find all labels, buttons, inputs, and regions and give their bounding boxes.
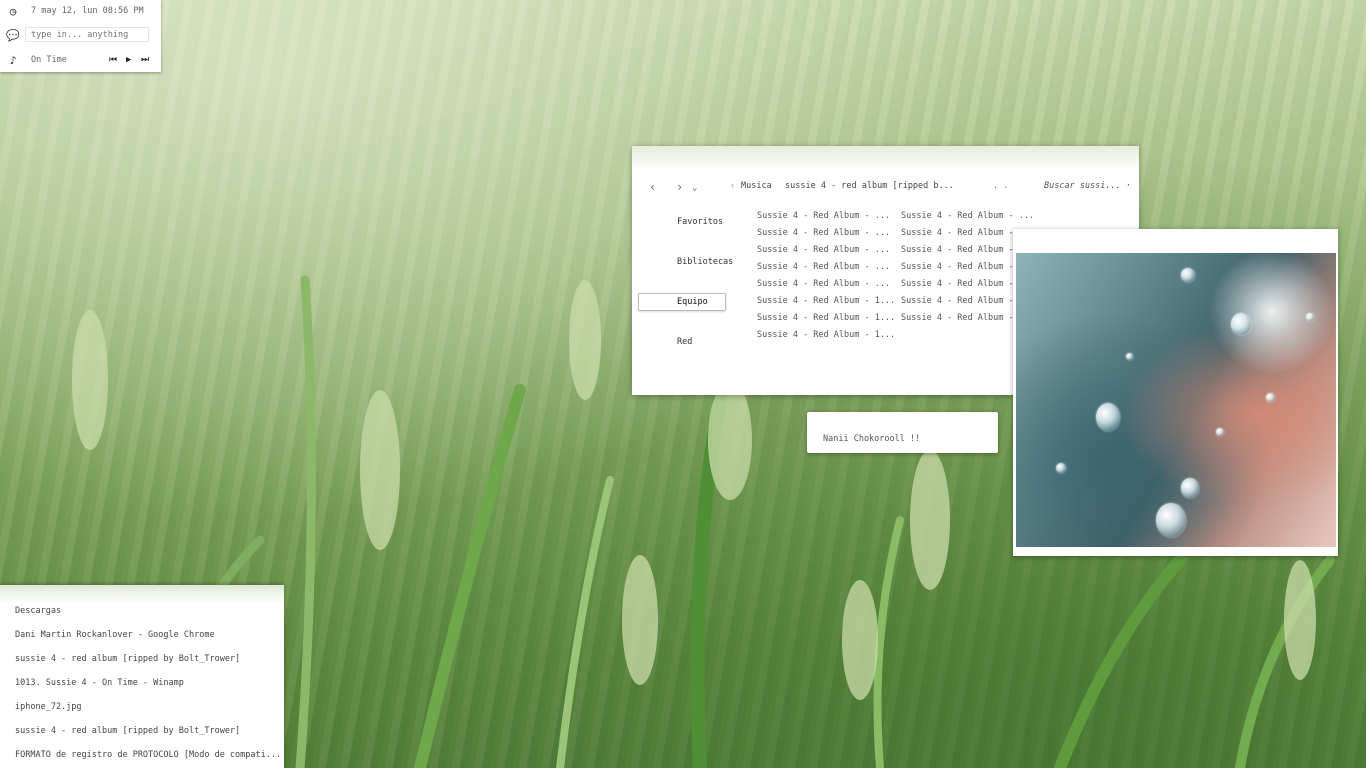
chat-bubble-icon: 💬 <box>6 29 20 42</box>
next-track-button[interactable]: ⏭ <box>141 54 149 66</box>
note-text: Nanii Chokorooll !! <box>823 434 921 444</box>
file-item[interactable]: Sussie 4 - Red Album - ... <box>757 279 890 289</box>
task-item[interactable]: FORMATO de registro de PROTOCOLO [Modo d… <box>15 750 281 760</box>
water-drop <box>1181 478 1199 498</box>
breadcrumb-item[interactable]: sussie 4 - red album [ripped b... <box>785 181 954 191</box>
chat-row: 💬 <box>0 26 161 46</box>
back-icon[interactable]: ‹ <box>649 180 656 194</box>
nav-item-bibliotecas[interactable]: Bibliotecas <box>677 257 733 267</box>
task-item[interactable]: iphone_72.jpg <box>15 702 82 712</box>
water-drop <box>1096 403 1120 431</box>
search-box[interactable]: Buscar sussi... · <box>1044 181 1131 191</box>
play-button[interactable]: ▶ <box>126 54 131 66</box>
sticky-note-widget[interactable]: Nanii Chokorooll !! <box>807 412 998 453</box>
clock-icon: ◷ <box>9 5 17 18</box>
water-drop <box>1181 268 1195 282</box>
nav-item-label: Equipo <box>677 297 708 307</box>
clock-row: ◷ 7 may 12, lun 08:56 PM <box>0 2 161 22</box>
task-item[interactable]: Descargas <box>15 606 61 616</box>
breadcrumb-arrow-icon[interactable]: ‹ <box>730 181 735 191</box>
nav-item-red[interactable]: Red <box>677 337 692 347</box>
file-item[interactable]: Sussie 4 - Red Album - 1... <box>757 296 895 306</box>
water-drop <box>1056 463 1066 473</box>
task-item[interactable]: 1013. Sussie 4 - On Time - Winamp <box>15 678 184 688</box>
photo-frame-widget <box>1013 229 1338 556</box>
water-drop <box>1126 353 1133 360</box>
history-dropdown-icon[interactable]: ⌄ <box>692 183 697 193</box>
file-item[interactable]: Sussie 4 - Red Album - 1... <box>757 330 895 340</box>
file-item[interactable]: Sussie 4 - Red Album - ... <box>757 228 890 238</box>
task-item[interactable]: sussie 4 - red album [ripped by Bolt_Tro… <box>15 726 240 736</box>
file-item[interactable]: Sussie 4 - Red Album - 1... <box>757 313 895 323</box>
previous-track-button[interactable]: ⏮ <box>109 54 117 66</box>
panel-header <box>0 585 284 603</box>
nav-item-favoritos[interactable]: Favoritos <box>677 217 723 227</box>
file-item[interactable]: Sussie 4 - Red Album - ... <box>757 262 890 272</box>
music-note-icon: ♪ <box>9 54 17 67</box>
file-item[interactable]: Sussie 4 - Red Album - ... <box>757 211 890 221</box>
water-drop <box>1306 313 1314 321</box>
breadcrumb-item[interactable]: Musica <box>741 181 772 191</box>
nav-item-equipo[interactable]: Equipo <box>638 293 726 311</box>
forward-icon[interactable]: › <box>676 180 683 194</box>
window-titlebar[interactable] <box>632 146 1139 170</box>
breadcrumb-overflow: . . <box>993 181 1009 191</box>
task-item[interactable]: sussie 4 - red album [ripped by Bolt_Tro… <box>15 654 240 664</box>
water-drop <box>1216 428 1224 436</box>
file-item[interactable]: Sussie 4 - Red Album - ... <box>757 245 890 255</box>
window-list-panel: Descargas Dani Martin Rockanlover - Googl… <box>0 585 284 768</box>
water-drop <box>1156 503 1186 537</box>
water-drop <box>1266 393 1275 402</box>
file-item[interactable]: Sussie 4 - Red Album - ... <box>901 211 1034 221</box>
water-drop <box>1231 313 1251 335</box>
music-row: ♪ On Time ⏮ ▶ ⏭ <box>0 51 161 71</box>
clock-text: 7 may 12, lun 08:56 PM <box>31 6 144 16</box>
desktop-widget: ◷ 7 may 12, lun 08:56 PM 💬 ♪ On Time ⏮ ▶… <box>0 0 161 72</box>
chat-input[interactable] <box>25 27 149 42</box>
music-title: On Time <box>31 55 67 65</box>
photo-image <box>1016 253 1336 547</box>
task-item[interactable]: Dani Martin Rockanlover - Google Chrome <box>15 630 215 640</box>
